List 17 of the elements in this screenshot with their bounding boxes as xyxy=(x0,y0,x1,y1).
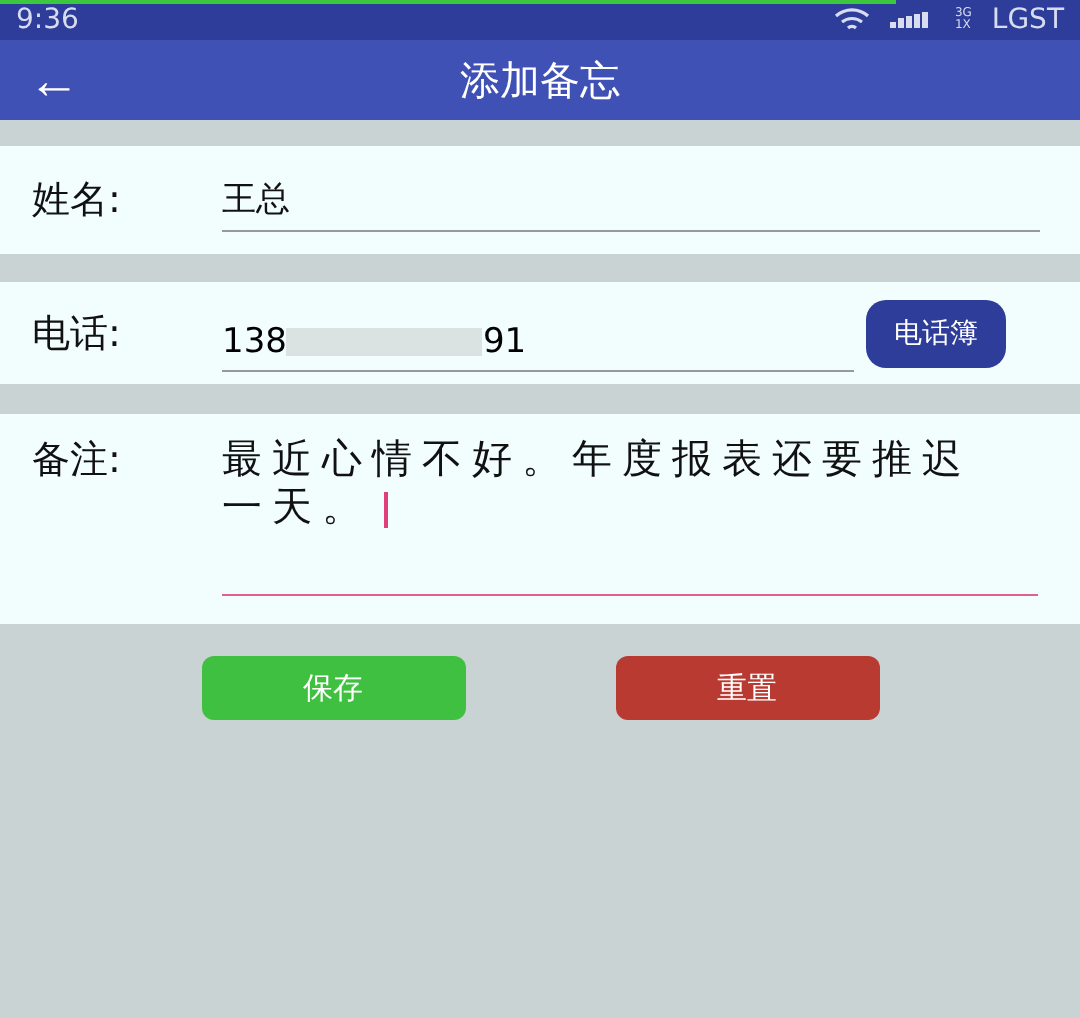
reset-button[interactable]: 重置 xyxy=(615,656,879,720)
back-button[interactable]: ← xyxy=(0,54,108,106)
phone-digits: 138 xyxy=(222,322,287,362)
field-label: 姓名: xyxy=(32,176,123,226)
carrier-name: LGST xyxy=(991,4,1064,36)
name-field[interactable]: 王总 xyxy=(222,168,1040,232)
phone-field[interactable]: 138 91 xyxy=(222,314,854,372)
note-field[interactable]: 最近心情不好。年度报表还要推迟一天。 xyxy=(222,434,1038,596)
phone-digits: 91 xyxy=(482,322,527,362)
note-text: 最近心情不好。年度报表还要推迟一天。 xyxy=(222,434,998,530)
wifi-icon xyxy=(834,8,871,32)
phonebook-button[interactable]: 电话簿 xyxy=(866,299,1006,367)
name-value: 王总 xyxy=(222,178,290,224)
field-label: 备注: xyxy=(32,436,123,486)
field-label: 电话: xyxy=(32,309,123,359)
status-time: 9:36 xyxy=(16,4,79,36)
page-title: 添加备忘 xyxy=(460,55,620,103)
